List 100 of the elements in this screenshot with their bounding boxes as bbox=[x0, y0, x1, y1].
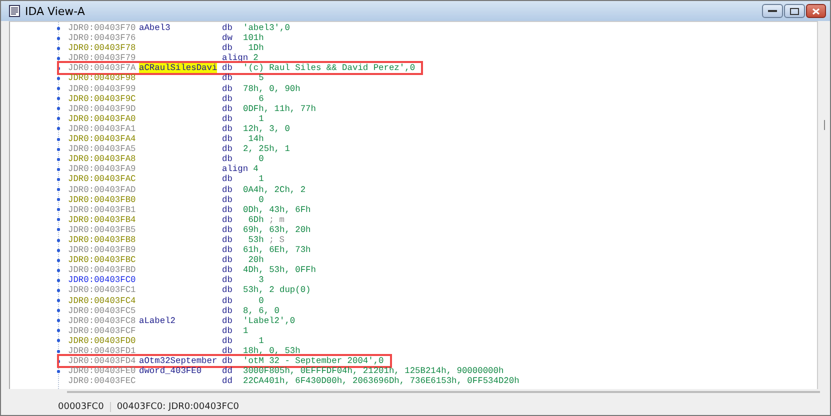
operand-text: 3000F805h, 0EFFFDF04h, 21201h, 125B214h, 90000000h bbox=[243, 366, 504, 376]
address-text: JDR0:00403FA9 bbox=[68, 164, 137, 174]
operand-text: 61h, 6Eh, 73h bbox=[243, 245, 311, 256]
address-text: JDR0:00403F9D bbox=[68, 104, 137, 114]
mnemonic-text: db bbox=[222, 316, 234, 326]
address-text: JDR0:00403F79 bbox=[68, 53, 137, 64]
bullet-icon bbox=[57, 127, 60, 130]
address-text: JDR0:00403FCF bbox=[68, 326, 137, 336]
operand-text: 'otM 32 - September 2004',0 bbox=[243, 356, 384, 366]
address-text: JDR0:00403FB5 bbox=[68, 224, 137, 235]
mnemonic-text: align bbox=[222, 164, 248, 174]
mnemonic-text: db bbox=[222, 144, 234, 154]
operand-text: 20h bbox=[247, 255, 264, 266]
address-text: JDR0:00403FC4 bbox=[68, 296, 137, 306]
address-text: JDR0:00403FB8 bbox=[68, 234, 137, 246]
maximize-icon bbox=[790, 8, 799, 14]
close-icon bbox=[812, 8, 820, 14]
operand-text: 2, 25h, 1 bbox=[243, 144, 290, 154]
bullet-icon bbox=[57, 56, 60, 60]
mnemonic-text: db bbox=[222, 255, 234, 266]
location-text: 00403FC0: JDR0:00403FC0 bbox=[110, 402, 245, 412]
mnemonic-text: dw bbox=[222, 33, 234, 44]
address-text: JDR0:00403FB0 bbox=[68, 194, 137, 205]
operand-text: 1 bbox=[258, 336, 264, 346]
bullet-icon bbox=[57, 107, 60, 110]
address-text: JDR0:00403FAD bbox=[68, 184, 137, 195]
address-text: JDR0:00403FC8 bbox=[68, 316, 137, 326]
address-text: JDR0:00403F76 bbox=[68, 33, 137, 44]
address-text: JDR0:00403FB1 bbox=[68, 204, 137, 215]
address-text: JDR0:00403FBC bbox=[68, 255, 137, 266]
address-text: JDR0:00403FE0 bbox=[68, 366, 137, 376]
bullet-icon bbox=[57, 87, 60, 90]
operand-text: 1 bbox=[258, 174, 264, 184]
address-text: JDR0:00403FA4 bbox=[68, 134, 137, 144]
bullet-icon bbox=[57, 168, 60, 171]
label-text[interactable]: aAbel3 bbox=[139, 23, 170, 33]
operand-text: 53h, 2 dup(0) bbox=[243, 285, 311, 296]
mnemonic-text: db bbox=[222, 194, 234, 205]
address-text: JDR0:00403F78 bbox=[68, 43, 137, 54]
maximize-button[interactable] bbox=[784, 4, 805, 18]
address-text: JDR0:00403FB9 bbox=[68, 245, 137, 256]
bullet-icon bbox=[57, 218, 60, 222]
operand-text: 1 bbox=[258, 114, 264, 124]
mnemonic-text: db bbox=[222, 306, 234, 316]
address-text: JDR0:00403FD0 bbox=[68, 336, 137, 346]
mnemonic-text: db bbox=[222, 154, 234, 164]
operand-text: 53h bbox=[247, 234, 264, 246]
operand-text: 5 bbox=[258, 73, 264, 84]
bullet-icon bbox=[57, 278, 60, 282]
address-text: JDR0:00403FA5 bbox=[68, 144, 137, 154]
address-text: JDR0:00403FC0 bbox=[68, 275, 137, 286]
mnemonic-text: align bbox=[222, 53, 248, 64]
bullet-icon bbox=[57, 46, 60, 50]
label-text[interactable]: dword_403FE0 bbox=[139, 366, 202, 376]
label-text[interactable]: aLabel2 bbox=[139, 316, 176, 326]
operand-text: 8, 6, 0 bbox=[243, 306, 280, 316]
bullet-icon bbox=[57, 26, 60, 30]
mnemonic-text: db bbox=[222, 265, 234, 276]
mnemonic-text: db bbox=[222, 84, 234, 94]
mnemonic-text: db bbox=[222, 124, 234, 134]
operand-text: 0 bbox=[258, 194, 264, 205]
mnemonic-text: db bbox=[222, 204, 234, 215]
bullet-icon bbox=[57, 288, 60, 292]
bullet-icon bbox=[57, 238, 60, 242]
address-text: JDR0:00403FAC bbox=[68, 174, 137, 184]
bullet-icon bbox=[57, 329, 60, 332]
bullet-icon bbox=[57, 117, 60, 120]
mnemonic-text: db bbox=[222, 43, 234, 54]
mnemonic-text: db bbox=[222, 184, 234, 195]
bullet-icon bbox=[57, 370, 60, 373]
address-text: JDR0:00403F98 bbox=[68, 73, 137, 84]
operand-text: 0A4h, 2Ch, 2 bbox=[243, 184, 306, 195]
operand-text: 14h bbox=[247, 134, 264, 144]
mnemonic-text: db bbox=[222, 94, 234, 104]
operand-text: 2 bbox=[253, 53, 258, 64]
address-text: JDR0:00403FD1 bbox=[68, 346, 137, 356]
minimize-button[interactable] bbox=[762, 4, 783, 18]
address-text: JDR0:00403F70 bbox=[68, 23, 137, 34]
operand-text: 6Dh bbox=[247, 214, 264, 225]
address-text: JDR0:00403FC5 bbox=[68, 306, 137, 316]
close-button[interactable] bbox=[806, 4, 826, 18]
mnemonic-text: db bbox=[222, 73, 234, 84]
operand-text: 0Dh, 43h, 6Fh bbox=[243, 204, 311, 215]
operand-text: 'abel3',0 bbox=[243, 23, 290, 34]
bullet-icon bbox=[57, 198, 60, 202]
bullet-icon bbox=[57, 138, 60, 141]
operand-text: 4 bbox=[253, 164, 258, 174]
mnemonic-text: db bbox=[222, 134, 234, 144]
mnemonic-text: db bbox=[222, 23, 234, 34]
address-text: JDR0:00403FBD bbox=[68, 265, 137, 276]
document-icon bbox=[9, 5, 20, 17]
minimize-icon bbox=[768, 9, 777, 13]
offset-text: 00003FC0 bbox=[58, 402, 105, 412]
mnemonic-text: db bbox=[222, 285, 234, 296]
address-text: JDR0:00403FA0 bbox=[68, 114, 137, 124]
label-text[interactable]: aOtm32September bbox=[139, 356, 218, 366]
mnemonic-text: db bbox=[222, 356, 234, 366]
label-text[interactable]: aCRaulSilesDavi bbox=[139, 63, 218, 74]
mnemonic-text: db bbox=[222, 224, 234, 235]
mnemonic-text: db bbox=[222, 174, 234, 184]
